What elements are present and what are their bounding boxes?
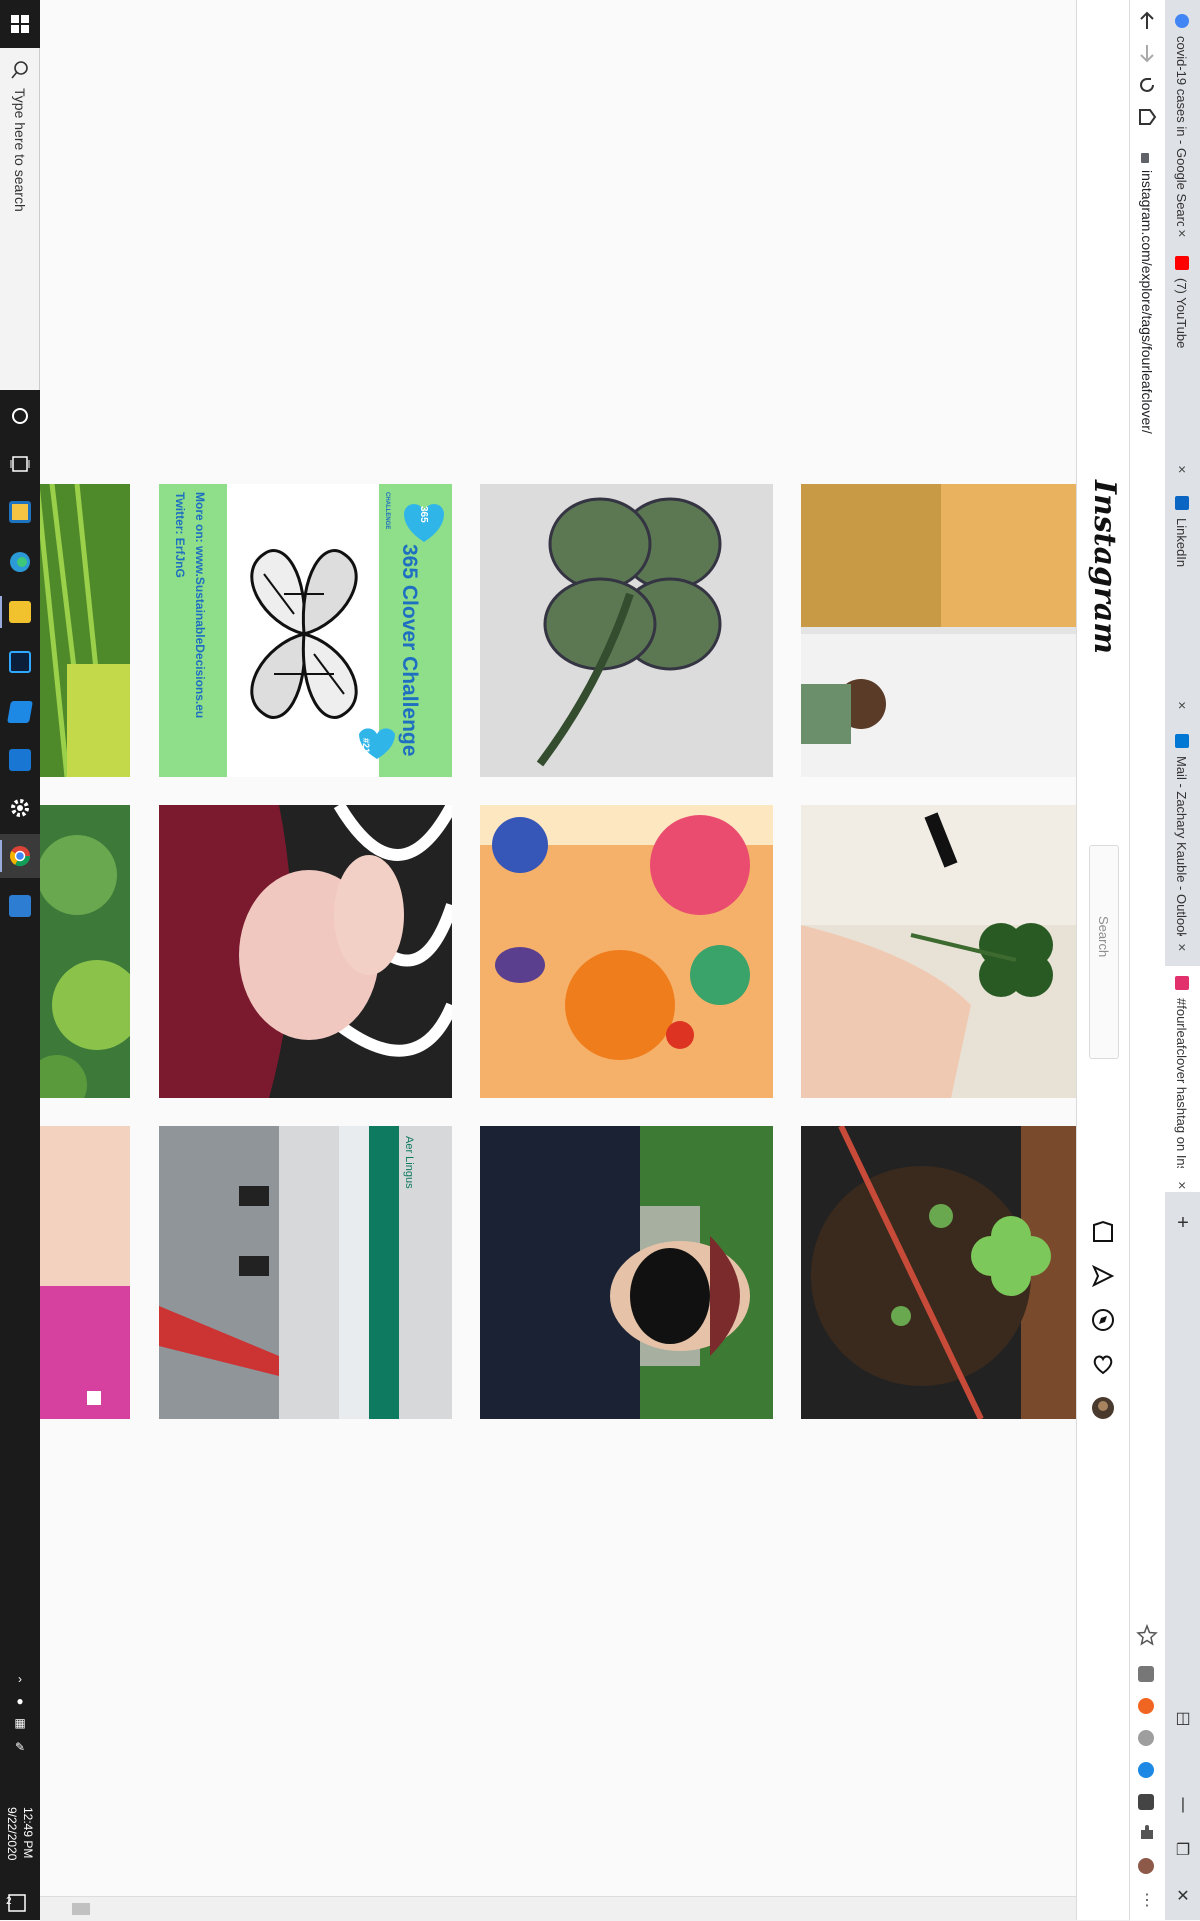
tab-outlook-mail[interactable]: Mail - Zachary Kauble - Outlook × xyxy=(1165,734,1200,956)
clover-challenge-twitter: Twitter: ErfJnG xyxy=(173,492,187,578)
post-masked-selfie[interactable] xyxy=(480,1126,773,1419)
post-hand-four-leaf-clover[interactable] xyxy=(801,805,1076,1098)
post-clover-field[interactable] xyxy=(40,805,130,1098)
cortana-icon[interactable] xyxy=(0,394,40,438)
menu-dots-icon[interactable]: ⋮ xyxy=(1136,1890,1158,1912)
action-center-icon[interactable]: 2 xyxy=(6,1892,28,1914)
scrollbar-thumb[interactable] xyxy=(72,1903,90,1915)
clock-date: 9/22/2020 xyxy=(5,1806,19,1860)
linkedin-favicon-icon xyxy=(1175,496,1189,510)
remote-desktop-icon[interactable] xyxy=(0,884,40,928)
post-aer-lingus-plane[interactable]: Aer Lingus xyxy=(159,1126,452,1419)
clover-challenge-number: #21 xyxy=(361,738,371,754)
clock-time: 12:49 PM xyxy=(21,1806,35,1858)
profile-avatar[interactable] xyxy=(1091,1396,1115,1420)
network-icon[interactable]: ▦ xyxy=(0,1716,40,1730)
clover-challenge-badge: 365 xyxy=(418,506,429,523)
task-view-icon[interactable] xyxy=(0,442,40,486)
tab-linkedin[interactable]: LinkedIn × xyxy=(1165,496,1200,716)
windows-taskbar: Type here to search › ● ▦ ✎ 12:49 PM 9/2… xyxy=(0,0,40,1920)
post-potted-clover[interactable] xyxy=(801,1126,1076,1419)
extension-icon-3[interactable] xyxy=(1138,1730,1154,1746)
search-icon xyxy=(11,61,28,79)
chevron-up-icon[interactable]: › xyxy=(0,1672,40,1686)
extension-icon-2[interactable] xyxy=(1138,1698,1154,1714)
settings-gear-icon[interactable] xyxy=(0,786,40,830)
onedrive-icon[interactable]: ● xyxy=(0,1694,40,1708)
explore-compass-icon[interactable] xyxy=(1091,1308,1115,1332)
back-arrow-icon[interactable] xyxy=(1136,10,1158,32)
file-manager-icon[interactable] xyxy=(0,590,40,634)
forward-arrow-icon[interactable] xyxy=(1136,42,1158,64)
new-tab-plus-icon[interactable]: + xyxy=(1172,1212,1194,1234)
instagram-search-input[interactable]: Search xyxy=(1089,845,1119,1059)
activity-heart-icon[interactable] xyxy=(1091,1352,1115,1376)
tab-instagram-active[interactable]: #fourleafclover hashtag on Insta × xyxy=(1165,966,1200,1192)
taskbar-clock[interactable]: 12:49 PM 9/22/2020 xyxy=(4,1807,36,1860)
extensions-puzzle-icon[interactable] xyxy=(1136,1822,1158,1844)
tab-close-icon[interactable]: × xyxy=(1175,226,1189,240)
tab-title: (7) YouTube xyxy=(1174,278,1189,349)
address-bar[interactable]: instagram.com/explore/tags/fourleafclove… xyxy=(1131,150,1161,1580)
url-text: instagram.com/explore/tags/fourleafclove… xyxy=(1139,170,1155,434)
tab-close-icon[interactable]: × xyxy=(1175,940,1189,954)
tab-title: #fourleafclover hashtag on Insta xyxy=(1174,998,1189,1168)
tab-google-search[interactable]: covid-19 cases in - Google Search × xyxy=(1165,14,1200,246)
extension-icon-5[interactable] xyxy=(1138,1794,1154,1810)
post-clover-drawing[interactable] xyxy=(480,484,773,777)
tab-close-icon[interactable]: × xyxy=(1175,462,1189,476)
post-grass-1[interactable] xyxy=(40,484,130,777)
reload-icon[interactable] xyxy=(1136,74,1158,96)
lock-icon xyxy=(1141,153,1149,163)
network-app-icon[interactable] xyxy=(0,738,40,782)
file-explorer-icon[interactable] xyxy=(0,490,40,534)
instagram-logo[interactable]: Instagram xyxy=(1087,480,1122,654)
google-favicon-icon xyxy=(1175,14,1189,28)
tab-close-icon[interactable]: × xyxy=(1175,1178,1189,1192)
instagram-explore-page: 365 Clover Challenge 365 CHALLENGE #21 M… xyxy=(40,0,1076,1920)
instagram-favicon-icon xyxy=(1175,976,1189,990)
system-tray: › ● ▦ ✎ xyxy=(0,1670,40,1920)
bookmark-star-icon[interactable] xyxy=(1136,1623,1158,1646)
post-365-clover-challenge[interactable]: 365 Clover Challenge 365 CHALLENGE #21 M… xyxy=(159,484,452,777)
maximize-icon[interactable]: ❐ xyxy=(1172,1840,1194,1862)
search-placeholder: Search xyxy=(1096,916,1111,958)
tab-title: covid-19 cases in - Google Search xyxy=(1174,36,1189,226)
browser-tab-strip: covid-19 cases in - Google Search × (7) … xyxy=(1165,0,1200,1920)
restore-layout-icon[interactable]: ◫ xyxy=(1172,1708,1194,1730)
outlook-favicon-icon xyxy=(1175,734,1189,748)
tab-youtube[interactable]: (7) YouTube × xyxy=(1165,256,1200,480)
tab-title: LinkedIn xyxy=(1174,518,1189,568)
tab-title: Mail - Zachary Kauble - Outlook xyxy=(1174,756,1189,936)
tab-close-icon[interactable]: × xyxy=(1175,698,1189,712)
pen-icon[interactable]: ✎ xyxy=(0,1740,40,1754)
extension-icon-4[interactable] xyxy=(1138,1762,1154,1778)
developer-app-icon[interactable] xyxy=(0,690,40,734)
post-redhair-selfie[interactable] xyxy=(159,805,452,1098)
minimize-icon[interactable]: | xyxy=(1172,1794,1194,1816)
post-floral-tattoo[interactable] xyxy=(480,805,773,1098)
extension-icon-1[interactable] xyxy=(1138,1666,1154,1682)
notification-count: 2 xyxy=(6,1896,12,1907)
profile-z-icon[interactable] xyxy=(1138,1858,1154,1874)
photoshop-icon[interactable] xyxy=(0,640,40,684)
chrome-icon[interactable] xyxy=(0,834,40,878)
clover-challenge-title: 365 Clover Challenge xyxy=(398,544,421,757)
post-hand-pink[interactable] xyxy=(40,1126,130,1419)
taskbar-search-box[interactable]: Type here to search xyxy=(0,48,40,390)
edge-browser-icon[interactable] xyxy=(0,540,40,584)
close-window-icon[interactable]: ✕ xyxy=(1172,1886,1194,1908)
home-icon[interactable] xyxy=(1091,1220,1115,1244)
taskbar-search-placeholder: Type here to search xyxy=(12,88,28,212)
clover-challenge-badge-caption: CHALLENGE xyxy=(384,492,390,530)
youtube-favicon-icon xyxy=(1175,256,1189,270)
horizontal-scrollbar[interactable] xyxy=(40,1896,1130,1921)
clover-challenge-more: More on: www.SustainableDecisions.eu xyxy=(193,492,207,719)
aer-lingus-text: Aer Lingus xyxy=(403,1136,415,1189)
direct-message-icon[interactable] xyxy=(1091,1264,1115,1288)
home-page-icon[interactable] xyxy=(1136,106,1158,128)
instagram-header: Instagram Search xyxy=(1076,0,1130,1920)
post-man-mural[interactable] xyxy=(801,484,1076,777)
windows-start-icon[interactable] xyxy=(0,0,40,48)
